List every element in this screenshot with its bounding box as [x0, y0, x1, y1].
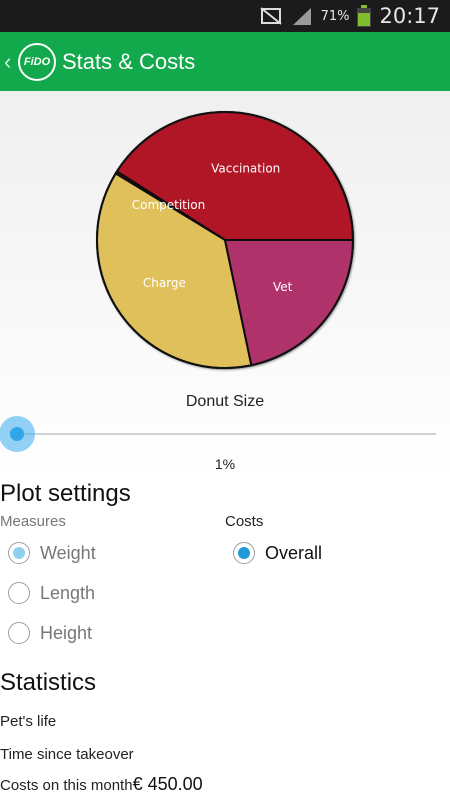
plot-settings-heading: Plot settings: [0, 480, 131, 507]
radio-label: Weight: [40, 542, 96, 563]
slider-label: Donut Size: [185, 393, 265, 410]
pie-chart: Vaccination Competition Charge Vet: [96, 111, 355, 369]
radio-label: Length: [40, 582, 96, 603]
action-bar: ‹ FiDO Stats & Costs: [0, 32, 450, 91]
page-title: Stats & Costs: [62, 48, 196, 74]
pie-label-vet: Vet: [273, 280, 293, 294]
battery-icon: [357, 5, 372, 27]
app-logo[interactable]: FiDO: [18, 42, 56, 81]
time-since-takeover-label: Time since takeover: [0, 746, 134, 763]
battery-percent: 71%: [320, 8, 350, 24]
radio-weight[interactable]: Weight: [8, 542, 96, 564]
slider-value: 1%: [214, 456, 236, 472]
pie-label-competition: Competition: [132, 198, 205, 212]
radio-height[interactable]: Height: [8, 622, 92, 644]
clock: 20:17: [379, 4, 440, 28]
pie-label-vaccination: Vaccination: [211, 162, 280, 176]
radio-button[interactable]: [233, 542, 255, 564]
radio-button[interactable]: [8, 622, 30, 644]
slider-thumb[interactable]: [10, 427, 24, 441]
radio-button[interactable]: [8, 542, 30, 564]
costs-label: Costs: [225, 513, 264, 530]
pets-life-label: Pet's life: [0, 713, 57, 730]
logo-text: FiDO: [23, 55, 51, 68]
back-icon[interactable]: ‹: [4, 50, 16, 73]
pie-label-charge: Charge: [143, 276, 186, 290]
radio-length[interactable]: Length: [8, 582, 95, 604]
costs-month-label: Costs on this month: [0, 777, 133, 794]
radio-label: Height: [40, 622, 93, 643]
radio-overall[interactable]: Overall: [233, 542, 322, 564]
signal-icon: [291, 6, 313, 26]
costs-month-row: Costs on this month€ 450.00: [0, 774, 203, 795]
donut-size-slider[interactable]: [0, 414, 450, 454]
statistics-heading: Statistics: [0, 669, 97, 696]
radio-label: Overall: [265, 542, 323, 563]
costs-month-value: € 450.00: [132, 774, 203, 794]
measures-label: Measures: [0, 513, 66, 530]
mute-icon: [259, 6, 283, 26]
radio-button[interactable]: [8, 582, 30, 604]
slider-track[interactable]: [16, 433, 436, 435]
status-bar: 71% 20:17: [0, 0, 450, 32]
